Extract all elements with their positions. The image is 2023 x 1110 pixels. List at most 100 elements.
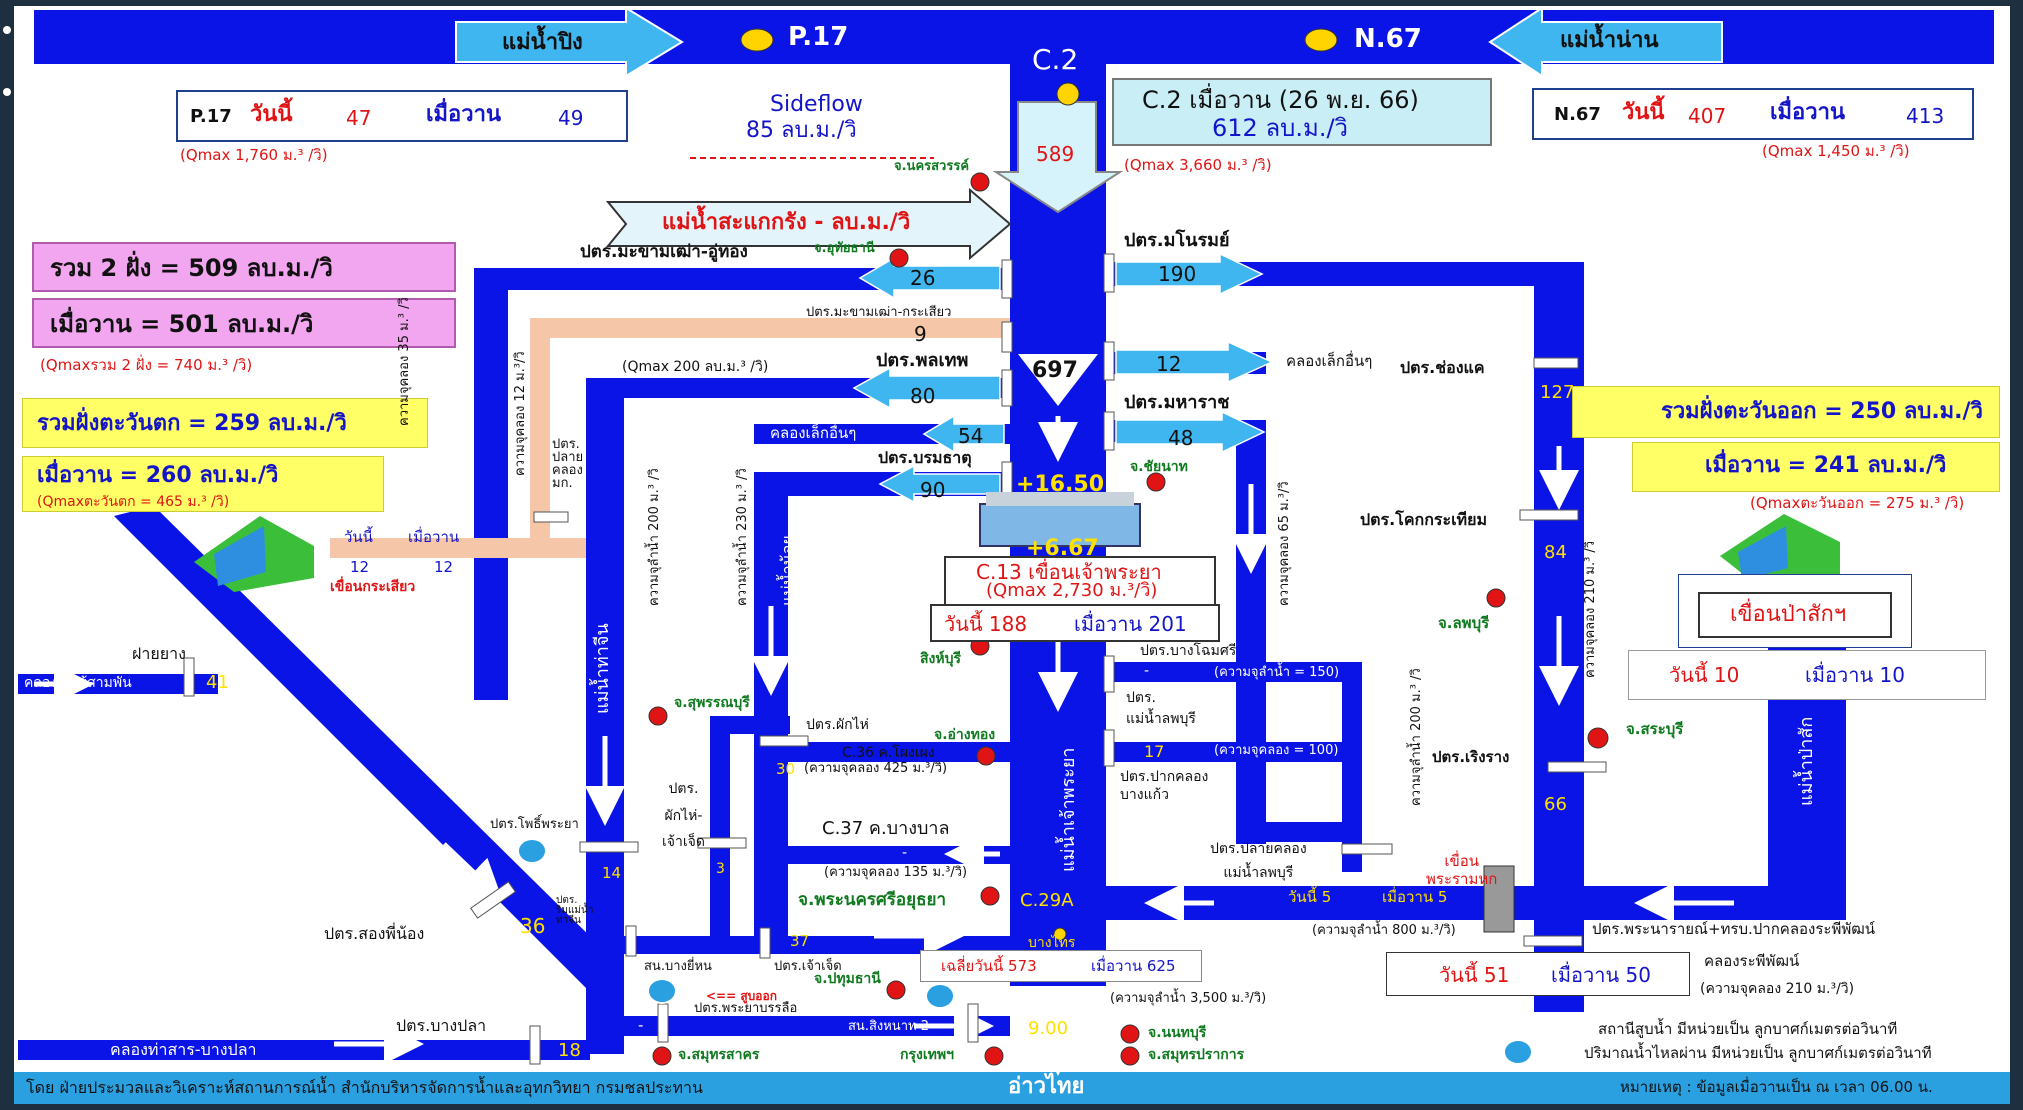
khlong-lek-east-flow: 12 [1156, 352, 1182, 376]
sakae-krang-label: แม่น้ำสะแกกรัง - ลบ.ม./วิ [662, 210, 911, 235]
pho-phraya-label: ปตร.โพธิ์พระยา [490, 817, 579, 832]
slide-bullet [3, 88, 11, 96]
plai-khlong-label: ปตร. ปลาย คลอง มก. [552, 437, 584, 491]
west-bank-sum-box: รวมฝั่งตะวันตก = 259 ลบ.ม./วิ [22, 398, 428, 448]
saraburi-dot [1587, 727, 1609, 749]
c13-today: วันนี้ 188 [944, 612, 1028, 636]
pasak-river-label: แม่น้ำป่าสัก [1796, 716, 1817, 806]
c37-label: C.37 ค.บางบาล [822, 818, 950, 839]
gate [1103, 253, 1115, 293]
ping-river-label: แม่น้ำปิง [502, 30, 583, 55]
nan-river-label: แม่น้ำน่าน [1560, 28, 1659, 53]
maharat-label: ปตร.มหาราช [1124, 392, 1230, 413]
raphiphat-yesterday: เมื่อวาน 50 [1551, 963, 1651, 987]
pasak-dam-box: เขื่อนป่าสักฯ [1698, 592, 1892, 638]
fai-yang-label: ฝายยาง [132, 644, 186, 663]
gate [1519, 509, 1579, 521]
nonthaburi-dot [1120, 1024, 1140, 1044]
pathum-dot [886, 980, 906, 1000]
flow-900: 9.00 [1028, 1018, 1069, 1039]
east-bank-qmax: (Qmaxตะวันออก = 275 ม.³ /วิ) [1750, 494, 1965, 512]
bang-khon-dash: - [1144, 663, 1150, 679]
suphan-dot [648, 706, 668, 726]
gate [1523, 935, 1583, 947]
pump-icon [1503, 1039, 1533, 1065]
pump-icon [647, 978, 677, 1004]
c13-flow-box: วันนี้ 188 เมื่อวาน 201 [930, 604, 1220, 642]
phak-hai-jed-label: ปตร. ผักไห่- เจ้าเจ็ด [662, 781, 705, 851]
krasiao-yesterday: 12 [434, 558, 454, 576]
borommathat-label: ปตร.บรมธาตุ [878, 448, 972, 467]
n67-label: N.67 [1354, 24, 1422, 54]
gate [657, 1003, 669, 1043]
gate [579, 841, 639, 853]
flow-697: 697 [1032, 358, 1078, 383]
c36-dash: - [920, 781, 926, 797]
lopburi-label: จ.ลพบุรี [1438, 614, 1490, 632]
raphiphat-cap: (ความจุคลอง 210 ม.³/วิ) [1700, 981, 1855, 997]
tha-san-dash: - [638, 1016, 644, 1034]
khlong-chorakhe-label: คลองจรเข้สามพัน [24, 675, 132, 691]
cap-200b: ความจุลำน้ำ 200 ม.³ /วิ [1409, 668, 1424, 806]
west-total-sum: รวม 2 ฝั่ง = 509 ลบ.ม./วิ [50, 254, 333, 282]
cap-230: ความจุลำน้ำ 230 ม.³ /วิ [735, 468, 750, 606]
c37-dash: - [902, 845, 908, 861]
flow-30: 30 [776, 760, 796, 778]
west-bank-yesterday: เมื่อวาน = 260 ลบ.ม./วิ [37, 463, 279, 488]
chong-khae-label: ปตร.ช่องแค [1400, 358, 1485, 377]
c36-cap: (ความจุคลอง 425 ม.³/วิ) [804, 761, 948, 776]
east-bank-yesterday-box: เมื่อวาน = 241 ลบ.ม./วิ [1632, 442, 2000, 492]
c13-box: C.13 เขื่อนเจ้าพระยา (Qmax 2,730 ม.³/วิ) [944, 556, 1216, 606]
gate [1103, 411, 1115, 451]
krasiao-dam-label: เขื่อนกระเสียว [330, 579, 416, 595]
n67-box-today-label: วันนี้ [1622, 100, 1665, 125]
gate [1001, 321, 1013, 353]
west-canal-left [474, 268, 508, 700]
borommathat-flow: 90 [920, 478, 946, 502]
c13-line1: C.13 เขื่อนเจ้าพระยา [976, 560, 1162, 584]
phra-ram-dam-label: เขื่อน พระรามหก [1426, 852, 1498, 888]
pump-icon [925, 983, 955, 1009]
c13-line2: (Qmax 2,730 ม.³/วิ) [986, 580, 1158, 601]
samut-sakhon-label: จ.สมุทรสาคร [678, 1047, 760, 1063]
phonlathep-qmax: (Qmax 200 ลบ.ม.³ /วิ) [622, 359, 769, 375]
pasak-yesterday: เมื่อวาน 10 [1805, 663, 1905, 687]
avg-today: เฉลี่ยวันนี้ 573 [941, 957, 1037, 975]
pasak-dam-label: เขื่อนป่าสักฯ [1730, 602, 1847, 627]
c2-qmax: (Qmax 3,660 ม.³ /วิ) [1124, 156, 1272, 174]
gate [1103, 729, 1115, 767]
flow-37: 37 [790, 932, 810, 950]
samut-sakhon-dot [652, 1046, 672, 1066]
makham-uthong-flow: 26 [910, 266, 936, 290]
pasak-today: วันนี้ 10 [1669, 663, 1740, 687]
slide-bullet [3, 26, 11, 34]
p17-box: P.17 วันนี้ 47 เมื่อวาน 49 [176, 90, 628, 142]
roeng-rang-label: ปตร.เริงราง [1432, 748, 1510, 766]
phak-hai-label: ปตร.ผักไห่ [806, 717, 869, 733]
gate [529, 1025, 541, 1065]
west-bank-qmax: (Qmaxตะวันตก = 465 ม.³ /วิ) [37, 494, 230, 510]
bang-sai-label: บางไทร [1028, 935, 1076, 951]
samut-prakan-label: จ.สมุทรปราการ [1148, 1047, 1245, 1063]
chong-khae-flow: 127 [1540, 382, 1575, 403]
manorom-label: ปตร.มโนรมย์ [1124, 230, 1230, 251]
phak-hai-canal [710, 716, 730, 936]
c37-cap: (ความจุคลอง 135 ม.³/วิ) [824, 865, 968, 880]
west-total-yesterday-box: เมื่อวาน = 501 ลบ.ม./วิ [32, 298, 456, 348]
upstream-level: +16.50 [1016, 472, 1105, 497]
khok-kathiam-flow: 84 [1544, 542, 1567, 563]
krasiao-canal-left [530, 318, 550, 538]
p17-dot [740, 28, 774, 52]
n67-box: N.67 วันนี้ 407 เมื่อวาน 413 [1532, 88, 1974, 140]
c29a-canal [1106, 886, 1846, 920]
chainat-label: จ.ชัยนาท [1130, 459, 1188, 475]
song-phi-nong-label: ปตร.สองพี่น้อง [324, 924, 425, 943]
gate [1103, 655, 1115, 693]
c2-box-line1: C.2 เมื่อวาน (26 พ.ย. 66) [1142, 86, 1419, 114]
angthong-dot [976, 746, 996, 766]
flow-14: 14 [602, 864, 622, 882]
flow-17: 17 [1144, 742, 1165, 761]
khlong-lek-east-label: คลองเล็กอื่นๆ [1286, 352, 1373, 370]
nakhon-sawan-dot [970, 172, 990, 192]
p17-box-station: P.17 [190, 106, 232, 127]
